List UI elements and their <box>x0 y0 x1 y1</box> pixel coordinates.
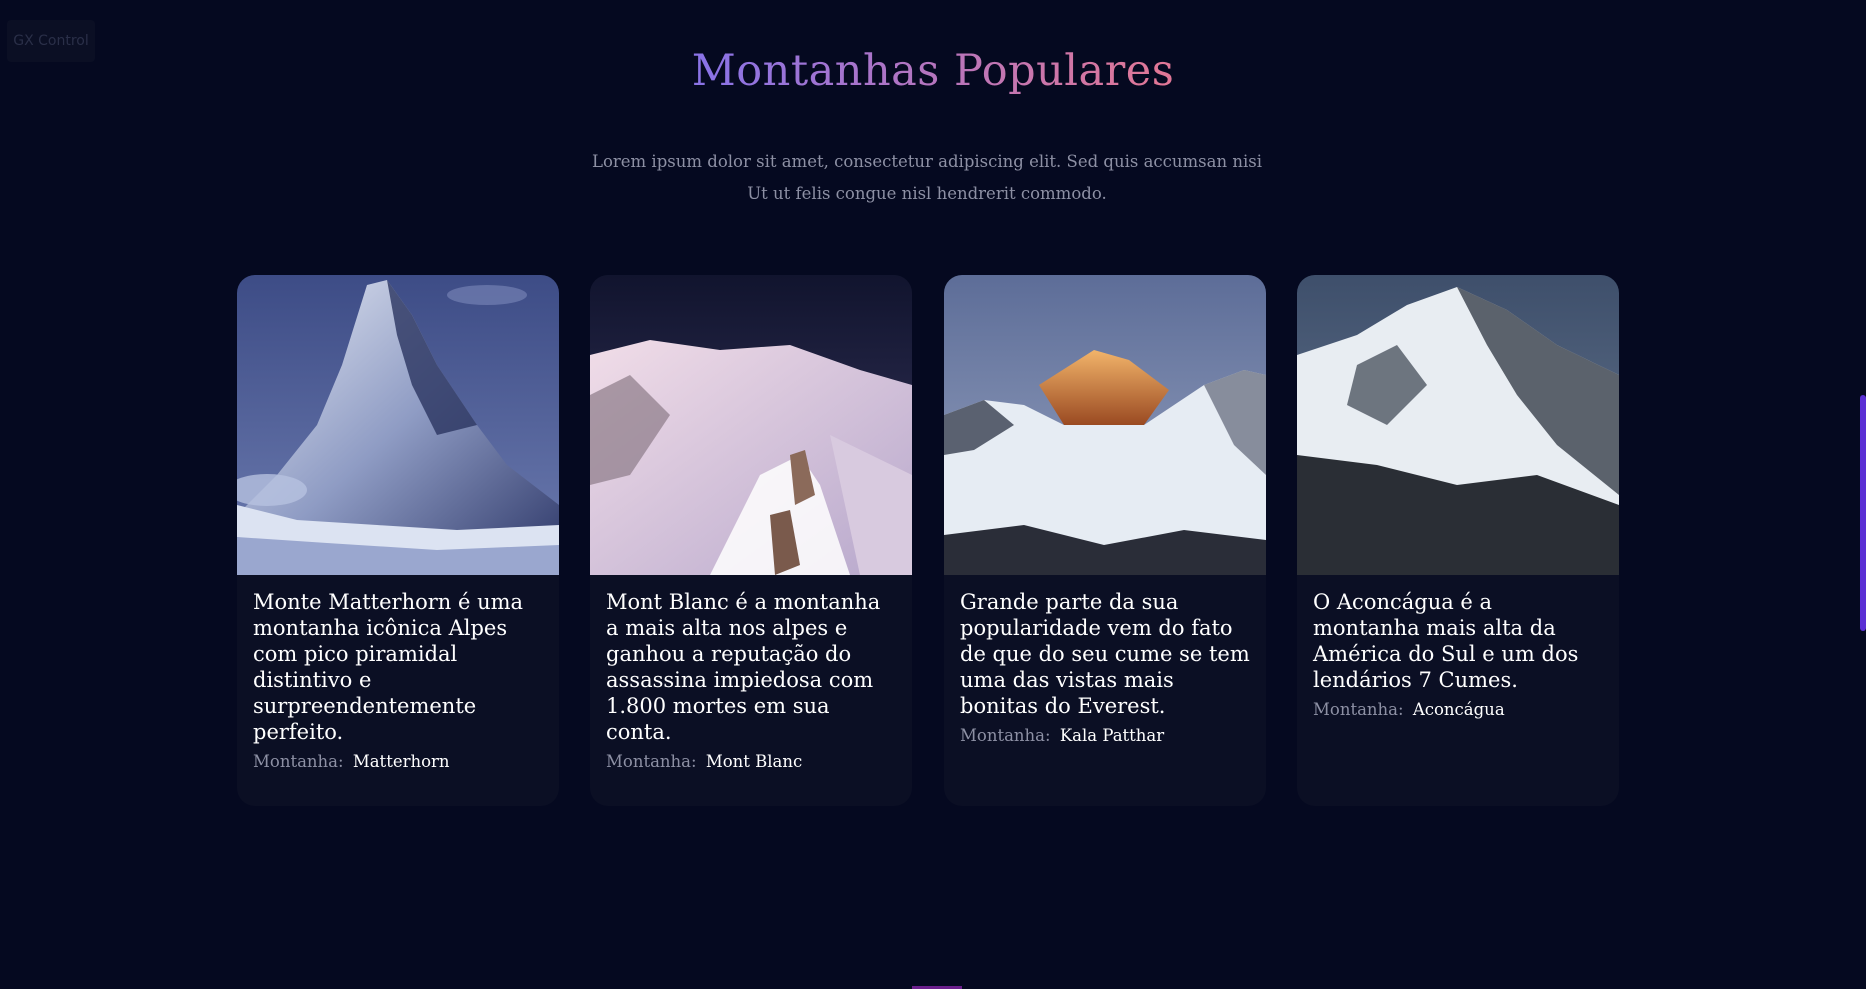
mountain-card-aconcagua[interactable]: O Aconcágua é a montanha mais alta da Am… <box>1297 275 1619 806</box>
mont-blanc-image <box>590 275 912 575</box>
aconcagua-image <box>1297 275 1619 575</box>
card-body: Grande parte da sua popularidade vem do … <box>944 575 1266 747</box>
card-meta-label: Montanha: <box>960 726 1051 745</box>
matterhorn-image <box>237 275 559 575</box>
card-description: O Aconcágua é a montanha mais alta da Am… <box>1313 590 1579 692</box>
card-meta: Montanha: Kala Patthar <box>960 725 1250 747</box>
card-meta-label: Montanha: <box>253 752 344 771</box>
card-meta: Montanha: Aconcágua <box>1313 699 1603 721</box>
card-meta-value: Mont Blanc <box>705 752 803 771</box>
section-title: Montanhas Populares <box>0 46 1866 96</box>
card-body: Monte Matterhorn é uma montanha icônica … <box>237 575 559 773</box>
card-meta-value: Aconcágua <box>1412 700 1505 719</box>
scrollbar-thumb[interactable] <box>1860 395 1866 631</box>
section-subtitle: Lorem ipsum dolor sit amet, consectetur … <box>592 152 1262 203</box>
card-description: Monte Matterhorn é uma montanha icônica … <box>253 590 524 744</box>
card-meta-value: Matterhorn <box>352 752 450 771</box>
card-body: O Aconcágua é a montanha mais alta da Am… <box>1297 575 1619 721</box>
card-meta-label: Montanha: <box>606 752 697 771</box>
mountain-card-mont-blanc[interactable]: Mont Blanc é a montanha a mais alta nos … <box>590 275 912 806</box>
card-meta-value: Kala Patthar <box>1059 726 1165 745</box>
mountain-cards: Monte Matterhorn é uma montanha icônica … <box>237 275 1619 806</box>
card-meta: Montanha: Mont Blanc <box>606 751 896 773</box>
card-meta: Montanha: Matterhorn <box>253 751 543 773</box>
mountain-card-kala-patthar[interactable]: Grande parte da sua popularidade vem do … <box>944 275 1266 806</box>
page: GX Control Montanhas Populares Lorem ips… <box>0 0 1866 989</box>
card-meta-label: Montanha: <box>1313 700 1404 719</box>
card-description: Mont Blanc é a montanha a mais alta nos … <box>606 590 881 744</box>
kala-patthar-image <box>944 275 1266 575</box>
card-description: Grande parte da sua popularidade vem do … <box>960 590 1250 718</box>
mountain-card-matterhorn[interactable]: Monte Matterhorn é uma montanha icônica … <box>237 275 559 806</box>
card-body: Mont Blanc é a montanha a mais alta nos … <box>590 575 912 773</box>
